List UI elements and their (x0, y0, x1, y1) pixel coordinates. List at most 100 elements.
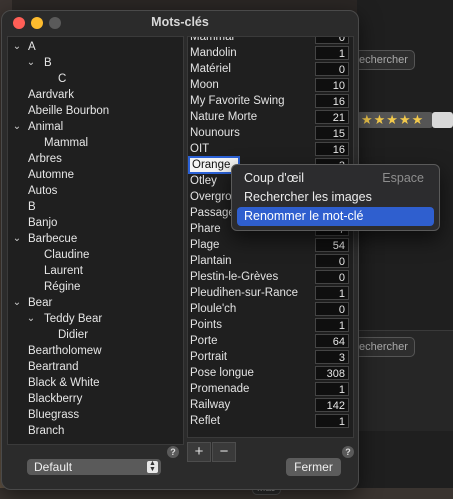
keyword-count: 15 (315, 126, 349, 140)
keyword-tree[interactable]: ⌄ A ⌄ B C Aardvark Abeille Bourbon ⌄ Animal Mamma… (7, 36, 184, 445)
tree-node-label: Autos (28, 185, 58, 197)
keyword-row[interactable]: Pleudihen-sur-Rance 1 (188, 285, 353, 301)
chevron-down-icon[interactable]: ⌄ (12, 39, 22, 55)
keyword-row[interactable]: Points 1 (188, 317, 353, 333)
keyword-set-select[interactable]: Default ▲ ▼ (27, 459, 161, 475)
keyword-row[interactable]: Plantain 0 (188, 253, 353, 269)
keyword-name: Mandolin (190, 47, 237, 59)
chevron-down-icon[interactable]: ⌄ (26, 55, 36, 71)
keyword-count: 0 (315, 37, 349, 44)
close-button[interactable]: Fermer (286, 458, 341, 476)
tree-node[interactable]: Beartrand (8, 359, 183, 375)
keyword-name: Moon (190, 79, 219, 91)
chevron-down-icon[interactable]: ⌄ (26, 311, 36, 327)
keyword-name: Points (190, 319, 222, 331)
keyword-name: OIT (190, 143, 210, 155)
tree-node[interactable]: ⌄ B (8, 55, 183, 71)
tree-node[interactable]: Banjo (8, 215, 183, 231)
menu-item[interactable]: Renommer le mot-clé (237, 207, 434, 226)
tree-node[interactable]: ⌄ Teddy Bear (8, 311, 183, 327)
tree-node[interactable]: Branch (8, 423, 183, 439)
background-rating-stars[interactable]: ★★★★★ (357, 112, 433, 128)
tree-node[interactable]: B (8, 199, 183, 215)
menu-item-label: Coup d'œil (244, 171, 305, 185)
keyword-row[interactable]: Nature Morte 21 (188, 109, 353, 125)
keyword-list[interactable]: Mammal 0 Mandolin 1 Matériel 0 Moon 10 My Favori… (187, 36, 354, 438)
chevron-down-icon[interactable]: ⌄ (12, 119, 22, 135)
keyword-count: 0 (315, 62, 349, 76)
keyword-name: Nature Morte (190, 111, 258, 123)
keyword-count: 1 (315, 286, 349, 300)
tree-node[interactable]: Régine (8, 279, 183, 295)
menu-item[interactable]: Rechercher les images (237, 188, 434, 207)
remove-keyword-button[interactable]: − (212, 442, 236, 462)
keyword-row[interactable]: Mammal 0 (188, 36, 353, 45)
chevron-down-icon[interactable]: ⌄ (12, 295, 22, 311)
tree-node[interactable]: Arbres (8, 151, 183, 167)
keyword-row[interactable]: Reflet 1 (188, 413, 353, 429)
tree-node[interactable]: Beartholomew (8, 343, 183, 359)
tree-node-label: Laurent (44, 265, 84, 277)
tree-help-button[interactable]: ? (167, 446, 179, 458)
keyword-row[interactable]: Moon 10 (188, 77, 353, 93)
tree-node-label: Banjo (28, 217, 58, 229)
tree-node-label: Bear (28, 297, 53, 309)
keyword-row[interactable]: Mandolin 1 (188, 45, 353, 61)
keyword-row[interactable]: Promenade 1 (188, 381, 353, 397)
keyword-count: 64 (315, 334, 349, 348)
keyword-row[interactable]: Ploule'ch 0 (188, 301, 353, 317)
tree-node[interactable]: Aardvark (8, 87, 183, 103)
tree-node[interactable]: ⌄ Barbecue (8, 231, 183, 247)
tree-node-label: A (28, 41, 36, 53)
keyword-row[interactable]: Porte 64 (188, 333, 353, 349)
chevron-down-icon[interactable]: ⌄ (12, 231, 22, 247)
tree-node[interactable]: Black & White (8, 375, 183, 391)
list-help-button[interactable]: ? (342, 446, 354, 458)
keyword-name: Mammal (190, 36, 235, 43)
keyword-count: 1 (315, 318, 349, 332)
keyword-name: Otley (190, 175, 217, 187)
tree-node[interactable]: Autos (8, 183, 183, 199)
keyword-count: 1 (315, 414, 349, 428)
background-search-button-2[interactable]: echercher (352, 337, 415, 357)
menu-item[interactable]: Coup d'œil Espace (237, 169, 434, 188)
keyword-name: Promenade (190, 383, 250, 395)
tree-node[interactable]: Didier (8, 327, 183, 343)
keyword-name: Plestin-le-Grèves (190, 271, 279, 283)
tree-node[interactable]: ⌄ Animal (8, 119, 183, 135)
keyword-count: 10 (315, 78, 349, 92)
keyword-name: Railway (190, 399, 231, 411)
keyword-row[interactable]: Plestin-le-Grèves 0 (188, 269, 353, 285)
menu-item-shortcut: Espace (382, 171, 424, 185)
keyword-row[interactable]: Plage 54 (188, 237, 353, 253)
keyword-row[interactable]: Portrait 3 (188, 349, 353, 365)
tree-node[interactable]: Blackberry (8, 391, 183, 407)
keyword-name: Portrait (190, 351, 228, 363)
tree-node[interactable]: ⌄ Bear (8, 295, 183, 311)
tree-node[interactable]: Mammal (8, 135, 183, 151)
tree-node[interactable]: C (8, 71, 183, 87)
keyword-row[interactable]: Railway 142 (188, 397, 353, 413)
tree-node[interactable]: Automne (8, 167, 183, 183)
tree-node-label: B (44, 57, 52, 69)
title-bar[interactable]: Mots-clés (2, 11, 358, 35)
add-keyword-button[interactable]: + (187, 442, 211, 462)
keyword-row[interactable]: My Favorite Swing 16 (188, 93, 353, 109)
keyword-name: Matériel (190, 63, 231, 75)
menu-item-label: Rechercher les images (244, 190, 372, 204)
keyword-count: 1 (315, 46, 349, 60)
keyword-row[interactable]: Matériel 0 (188, 61, 353, 77)
tree-node[interactable]: Abeille Bourbon (8, 103, 183, 119)
tree-node-label: Mammal (44, 137, 89, 149)
tree-node[interactable]: Laurent (8, 263, 183, 279)
keyword-row[interactable]: Pose longue 308 (188, 365, 353, 381)
keyword-row[interactable]: OIT 16 (188, 141, 353, 157)
tree-node[interactable]: Claudine (8, 247, 183, 263)
tree-node-label: Black & White (28, 377, 100, 389)
background-search-button[interactable]: echercher (352, 50, 415, 70)
keyword-count: 3 (315, 350, 349, 364)
tree-node[interactable]: ⌄ A (8, 39, 183, 55)
keyword-row[interactable]: Nounours 15 (188, 125, 353, 141)
keyword-count: 21 (315, 110, 349, 124)
tree-node[interactable]: Bluegrass (8, 407, 183, 423)
